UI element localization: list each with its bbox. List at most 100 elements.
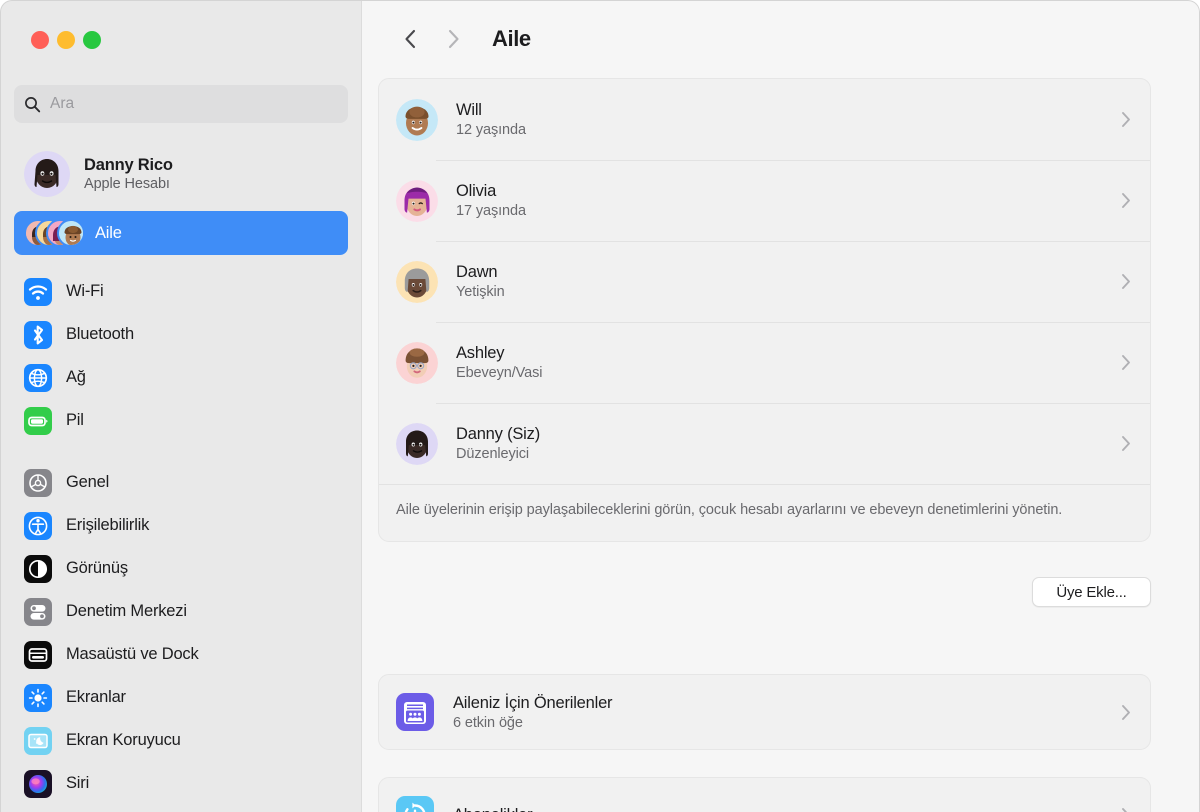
member-name: Ashley: [456, 344, 505, 362]
forward-chevron-icon: [448, 29, 459, 49]
sidebar-item-battery[interactable]: Pil: [14, 399, 348, 442]
add-member-button[interactable]: Üye Ekle...: [1032, 577, 1151, 607]
member-role: Düzenleyici: [456, 446, 530, 462]
member-name: Dawn: [456, 263, 498, 281]
member-role: 12 yaşında: [456, 122, 526, 138]
wifi-icon: [24, 277, 52, 306]
search-icon: [24, 96, 41, 113]
displays-icon: [24, 683, 52, 712]
sidebar-item-wifi-label: Wi-Fi: [66, 282, 104, 300]
chevron-right-icon: [1120, 191, 1132, 210]
member-role: Ebeveyn/Vasi: [456, 365, 543, 381]
suggestions-title: Aileniz İçin Önerilenler: [453, 693, 613, 712]
chevron-right-icon: [1120, 110, 1132, 129]
siri-icon: [24, 769, 52, 798]
sidebar-item-siri-label: Siri: [66, 774, 90, 792]
sidebar-item-desktop-dock[interactable]: Masaüstü ve Dock: [14, 633, 348, 676]
sidebar-item-screen-saver[interactable]: Ekran Koruyucu: [14, 719, 348, 762]
traffic-lights: [31, 31, 101, 49]
avatar: [24, 151, 70, 197]
battery-icon: [24, 406, 52, 435]
account-name: Danny Rico: [84, 156, 173, 174]
maximize-button[interactable]: [83, 31, 101, 49]
sidebar-item-accessibility[interactable]: Erişilebilirlik: [14, 504, 348, 547]
desktop-dock-icon: [24, 640, 52, 669]
sidebar-item-displays-label: Ekranlar: [66, 688, 126, 706]
table-row[interactable]: Dawn Yetişkin: [379, 241, 1150, 322]
avatar: [396, 179, 438, 222]
subscriptions-title: Abonelikler: [453, 806, 1120, 812]
member-name: Olivia: [456, 182, 497, 200]
family-members-card: Will 12 yaşında Olivia 17 yaşında Dawn Y…: [378, 78, 1151, 543]
family-avatar-4: [57, 219, 85, 247]
back-chevron-icon: [405, 29, 416, 49]
family-avatar-stack: [24, 218, 86, 248]
sidebar: Danny Rico Apple Hesabı: [0, 0, 362, 812]
table-row[interactable]: Olivia 17 yaşında: [379, 160, 1150, 241]
member-role: Yetişkin: [456, 284, 505, 300]
avatar: [396, 98, 438, 141]
content-pane: Aile Will 12 yaşında Olivia 17 yaşında D…: [362, 0, 1200, 812]
member-role: 17 yaşında: [456, 203, 526, 219]
sidebar-item-control-center[interactable]: Denetim Merkezi: [14, 590, 348, 633]
sidebar-group-system: Genel Erişilebilirlik Görünüş Denetim Me…: [0, 461, 361, 805]
sidebar-item-displays[interactable]: Ekranlar: [14, 676, 348, 719]
gear-icon: [24, 468, 52, 497]
chevron-right-icon: [1120, 806, 1132, 812]
chevron-right-icon: [1120, 434, 1132, 453]
forward-button[interactable]: [432, 18, 474, 60]
sidebar-item-network-label: Ağ: [66, 368, 86, 386]
search-input[interactable]: [50, 95, 330, 113]
avatar: [396, 422, 438, 465]
chevron-right-icon: [1120, 353, 1132, 372]
page-title: Aile: [492, 26, 531, 51]
table-row[interactable]: Danny (Siz) Düzenleyici: [379, 403, 1150, 484]
sidebar-item-family-label: Aile: [95, 223, 122, 242]
bluetooth-icon: [24, 320, 52, 349]
sidebar-item-battery-label: Pil: [66, 411, 84, 429]
sidebar-item-screen-saver-label: Ekran Koruyucu: [66, 731, 181, 749]
sidebar-item-network[interactable]: Ağ: [14, 356, 348, 399]
sidebar-nav: Wi-Fi Bluetooth Ağ Pil Genel Erişilebili…: [0, 270, 361, 812]
close-button[interactable]: [31, 31, 49, 49]
table-row[interactable]: Will 12 yaşında: [379, 79, 1150, 160]
family-suggestions-icon: [396, 693, 434, 731]
sidebar-item-wifi[interactable]: Wi-Fi: [14, 270, 348, 313]
sidebar-item-accessibility-label: Erişilebilirlik: [66, 516, 150, 534]
toolbar: Aile: [362, 0, 1200, 78]
account-subtitle: Apple Hesabı: [84, 176, 170, 192]
sidebar-group-network: Wi-Fi Bluetooth Ağ Pil: [0, 270, 361, 442]
family-card-description: Aile üyelerinin erişip paylaşabilecekler…: [379, 484, 1150, 541]
control-center-icon: [24, 597, 52, 626]
sidebar-item-desktop-dock-label: Masaüstü ve Dock: [66, 645, 199, 663]
sidebar-item-appearance[interactable]: Görünüş: [14, 547, 348, 590]
member-name: Will: [456, 101, 482, 119]
network-globe-icon: [24, 363, 52, 392]
sidebar-item-family[interactable]: Aile: [14, 211, 348, 255]
sidebar-account-row[interactable]: Danny Rico Apple Hesabı: [14, 146, 348, 202]
table-row[interactable]: Ashley Ebeveyn/Vasi: [379, 322, 1150, 403]
suggestions-subtitle: 6 etkin öğe: [453, 714, 523, 731]
sidebar-item-bluetooth-label: Bluetooth: [66, 325, 134, 343]
subscriptions-icon: [396, 796, 434, 812]
sidebar-item-general-label: Genel: [66, 473, 110, 491]
avatar: [396, 341, 438, 384]
back-button[interactable]: [390, 18, 432, 60]
accessibility-icon: [24, 511, 52, 540]
chevron-right-icon: [1120, 703, 1132, 722]
family-suggestions-card[interactable]: Aileniz İçin Önerilenler 6 etkin öğe: [378, 674, 1151, 750]
subscriptions-card[interactable]: Abonelikler: [378, 777, 1151, 812]
sidebar-item-bluetooth[interactable]: Bluetooth: [14, 313, 348, 356]
search-field[interactable]: [14, 85, 348, 123]
list-item[interactable]: Abonelikler: [379, 778, 1150, 812]
sidebar-item-control-center-label: Denetim Merkezi: [66, 602, 187, 620]
screen-saver-icon: [24, 726, 52, 755]
chevron-right-icon: [1120, 272, 1132, 291]
sidebar-item-general[interactable]: Genel: [14, 461, 348, 504]
minimize-button[interactable]: [57, 31, 75, 49]
sidebar-item-siri[interactable]: Siri: [14, 762, 348, 805]
appearance-icon: [24, 554, 52, 583]
list-item[interactable]: Aileniz İçin Önerilenler 6 etkin öğe: [379, 675, 1150, 749]
member-name: Danny (Siz): [456, 425, 540, 443]
avatar: [396, 260, 438, 303]
